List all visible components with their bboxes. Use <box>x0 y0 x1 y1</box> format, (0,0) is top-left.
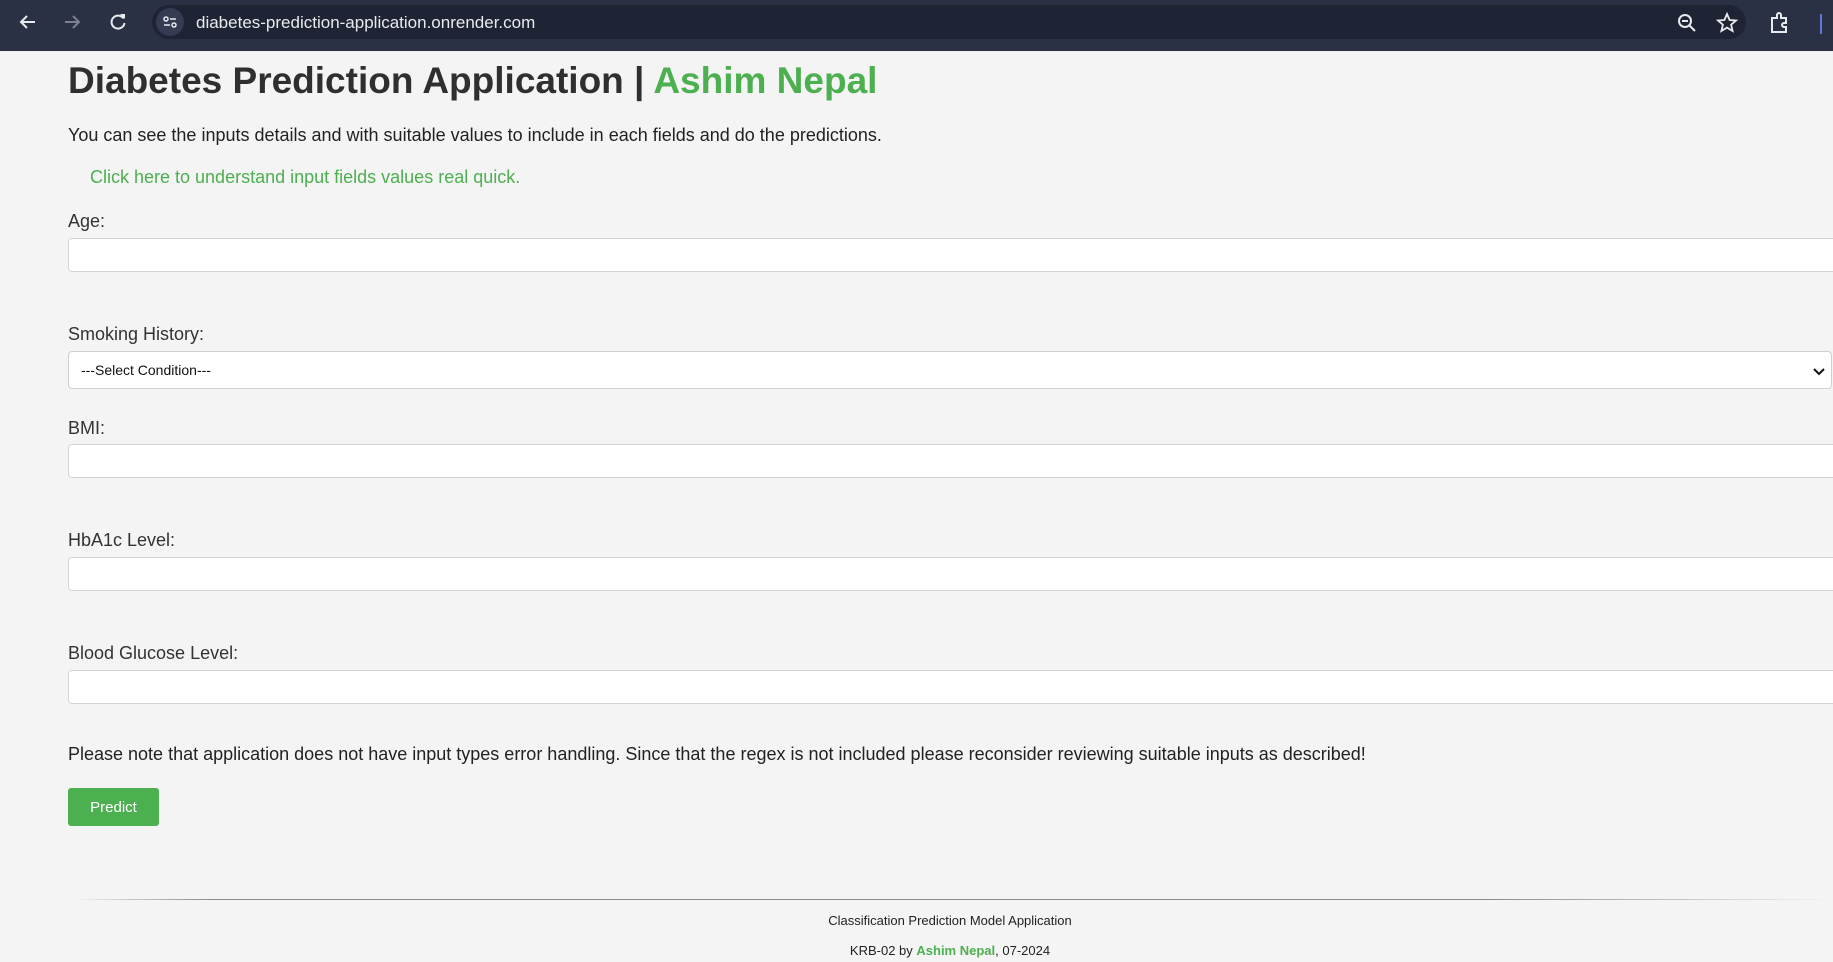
url-text[interactable]: diabetes-prediction-application.onrender… <box>196 13 535 33</box>
footer-credit-prefix: KRB-02 by <box>849 943 917 958</box>
footer-credit: KRB-02 by Ashim Nepal, 07-2024 <box>0 943 1833 958</box>
hba1c-input[interactable] <box>68 557 1833 591</box>
zoom-icon[interactable] <box>1676 12 1698 34</box>
extensions-icon[interactable] <box>1767 10 1793 36</box>
title-author: Ashim Nepal <box>653 60 878 101</box>
hba1c-label: HbA1c Level: <box>68 530 176 550</box>
intro-text: You can see the inputs details and with … <box>68 125 882 145</box>
browser-toolbar: diabetes-prediction-application.onrender… <box>0 0 1833 51</box>
age-input[interactable] <box>68 238 1833 272</box>
chevron-down-icon <box>1813 368 1825 376</box>
title-text: Diabetes Prediction Application | <box>68 60 654 101</box>
blood-glucose-input[interactable] <box>68 670 1833 704</box>
age-label: Age: <box>68 211 106 231</box>
footer-author: Ashim Nepal <box>916 943 996 958</box>
footer-title: Classification Prediction Model Applicat… <box>828 913 1072 928</box>
input-warning-note: Please note that application does not ha… <box>68 744 1366 764</box>
forward-arrow-icon[interactable] <box>58 8 86 36</box>
footer-credit-suffix: , 07-2024 <box>995 943 1051 958</box>
smoking-history-label: Smoking History: <box>68 324 205 344</box>
smoking-history-selected: ---Select Condition--- <box>81 362 211 378</box>
address-bar[interactable]: diabetes-prediction-application.onrender… <box>152 5 1746 39</box>
help-link[interactable]: Click here to understand input fields va… <box>90 167 520 188</box>
reload-icon[interactable] <box>104 8 132 36</box>
back-arrow-icon[interactable] <box>14 8 42 36</box>
smoking-history-select[interactable]: ---Select Condition--- <box>68 351 1832 389</box>
site-info-icon[interactable] <box>156 8 184 36</box>
toolbar-divider <box>1820 14 1822 34</box>
bookmark-star-icon[interactable] <box>1715 11 1739 34</box>
blood-glucose-label: Blood Glucose Level: <box>68 643 239 663</box>
footer-divider <box>72 899 1833 900</box>
page-title: Diabetes Prediction Application | Ashim … <box>68 60 877 102</box>
bmi-input[interactable] <box>68 444 1833 478</box>
page-content: Diabetes Prediction Application | Ashim … <box>0 51 1833 962</box>
bmi-label: BMI: <box>68 418 106 438</box>
predict-button[interactable]: Predict <box>68 788 159 826</box>
